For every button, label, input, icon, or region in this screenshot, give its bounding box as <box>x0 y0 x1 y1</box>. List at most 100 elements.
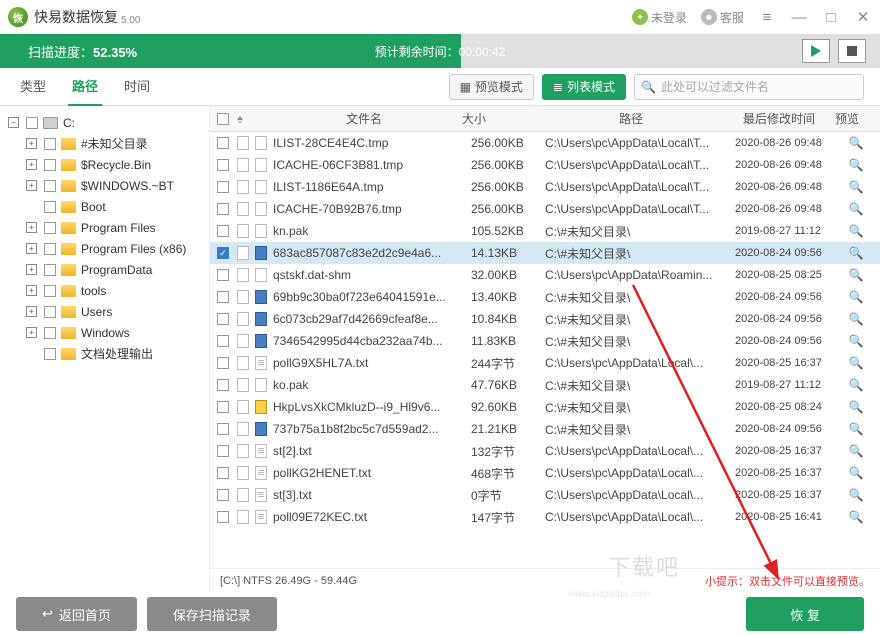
preview-icon[interactable]: 🔍 <box>841 202 871 216</box>
tab-path[interactable]: 路径 <box>68 67 102 106</box>
preview-icon[interactable]: 🔍 <box>841 378 871 392</box>
list-mode-button[interactable]: ≣ 列表模式 <box>542 74 626 100</box>
tree-checkbox[interactable] <box>44 138 56 150</box>
table-row[interactable]: qstskf.dat-shm32.00KBC:\Users\pc\AppData… <box>210 264 880 286</box>
preview-icon[interactable]: 🔍 <box>841 224 871 238</box>
table-row[interactable]: ICACHE-70B92B76.tmp256.00KBC:\Users\pc\A… <box>210 198 880 220</box>
resume-button[interactable] <box>802 39 830 63</box>
tree-checkbox[interactable] <box>44 327 56 339</box>
tree-checkbox[interactable] <box>44 285 56 297</box>
tree-node[interactable]: +$Recycle.Bin <box>4 154 205 175</box>
row-checkbox[interactable] <box>217 445 229 457</box>
row-checkbox[interactable] <box>217 489 229 501</box>
select-all-checkbox[interactable] <box>217 113 229 125</box>
row-checkbox[interactable] <box>217 181 229 193</box>
table-row[interactable]: pollG9X5HL7A.txt244字节C:\Users\pc\AppData… <box>210 352 880 374</box>
tree-node[interactable]: Boot <box>4 196 205 217</box>
preview-icon[interactable]: 🔍 <box>841 356 871 370</box>
tree-node[interactable]: +Program Files <box>4 217 205 238</box>
save-scan-button[interactable]: 保存扫描记录 <box>147 597 277 631</box>
row-checkbox[interactable] <box>217 291 229 303</box>
preview-icon[interactable]: 🔍 <box>841 466 871 480</box>
tree-node[interactable]: +#未知父目录 <box>4 133 205 154</box>
tree-checkbox[interactable] <box>44 348 56 360</box>
tree-node[interactable]: +$WINDOWS.~BT <box>4 175 205 196</box>
expand-icon[interactable]: + <box>26 243 37 254</box>
tab-type[interactable]: 类型 <box>16 67 50 106</box>
preview-icon[interactable]: 🔍 <box>841 158 871 172</box>
expand-icon[interactable]: + <box>26 180 37 191</box>
row-checkbox[interactable] <box>217 379 229 391</box>
table-row[interactable]: HkpLvsXkCMkluzD--i9_Hl9v6...92.60KBC:\#未… <box>210 396 880 418</box>
row-checkbox[interactable] <box>217 511 229 523</box>
file-table[interactable]: ILIST-28CE4E4C.tmp256.00KBC:\Users\pc\Ap… <box>210 132 880 568</box>
tree-checkbox[interactable] <box>44 264 56 276</box>
table-row[interactable]: st[2].txt132字节C:\Users\pc\AppData\Local\… <box>210 440 880 462</box>
table-row[interactable]: 7346542995d44cba232aa74b...11.83KBC:\#未知… <box>210 330 880 352</box>
row-checkbox[interactable] <box>217 335 229 347</box>
tree-checkbox[interactable] <box>26 117 38 129</box>
maximize-button[interactable]: □ <box>822 9 840 26</box>
tree-node[interactable]: +Program Files (x86) <box>4 238 205 259</box>
preview-icon[interactable]: 🔍 <box>841 488 871 502</box>
col-path[interactable]: 路径 <box>536 110 726 127</box>
preview-icon[interactable]: 🔍 <box>841 334 871 348</box>
tab-time[interactable]: 时间 <box>120 67 154 106</box>
preview-icon[interactable]: 🔍 <box>841 290 871 304</box>
tree-node[interactable]: 文档处理输出 <box>4 343 205 364</box>
folder-tree[interactable]: −C:+#未知父目录+$Recycle.Bin+$WINDOWS.~BTBoot… <box>0 106 210 592</box>
row-checkbox[interactable] <box>217 423 229 435</box>
service-button[interactable]: ☻ 客服 <box>701 9 744 26</box>
col-name[interactable]: 文件名 <box>264 110 462 127</box>
preview-icon[interactable]: 🔍 <box>841 312 871 326</box>
preview-icon[interactable]: 🔍 <box>841 246 871 260</box>
table-row[interactable]: ILIST-1186E64A.tmp256.00KBC:\Users\pc\Ap… <box>210 176 880 198</box>
preview-icon[interactable]: 🔍 <box>841 180 871 194</box>
table-row[interactable]: pollKG2HENET.txt468字节C:\Users\pc\AppData… <box>210 462 880 484</box>
table-row[interactable]: ICACHE-06CF3B81.tmp256.00KBC:\Users\pc\A… <box>210 154 880 176</box>
row-checkbox[interactable] <box>217 159 229 171</box>
row-checkbox[interactable] <box>217 225 229 237</box>
preview-icon[interactable]: 🔍 <box>841 510 871 524</box>
search-input[interactable]: 🔍 此处可以过滤文件名 <box>634 74 864 100</box>
tree-node[interactable]: +ProgramData <box>4 259 205 280</box>
col-size[interactable]: 大小 <box>462 110 536 127</box>
table-row[interactable]: kn.pak105.52KBC:\#未知父目录\2019-08-27 11:12… <box>210 220 880 242</box>
stop-button[interactable] <box>838 39 866 63</box>
expand-icon[interactable]: + <box>26 222 37 233</box>
minimize-button[interactable]: — <box>790 9 808 26</box>
tree-node[interactable]: +Users <box>4 301 205 322</box>
tree-checkbox[interactable] <box>44 159 56 171</box>
preview-icon[interactable]: 🔍 <box>841 444 871 458</box>
row-checkbox[interactable] <box>217 137 229 149</box>
preview-icon[interactable]: 🔍 <box>841 136 871 150</box>
tree-checkbox[interactable] <box>44 306 56 318</box>
tree-checkbox[interactable] <box>44 243 56 255</box>
tree-node[interactable]: +Windows <box>4 322 205 343</box>
table-row[interactable]: 69bb9c30ba0f723e64041591e...13.40KBC:\#未… <box>210 286 880 308</box>
row-checkbox[interactable] <box>217 247 229 259</box>
tree-node[interactable]: −C: <box>4 112 205 133</box>
col-date[interactable]: 最后修改时间 <box>726 110 832 127</box>
preview-icon[interactable]: 🔍 <box>841 400 871 414</box>
recover-button[interactable]: 恢 复 <box>746 597 864 631</box>
row-checkbox[interactable] <box>217 401 229 413</box>
preview-icon[interactable]: 🔍 <box>841 268 871 282</box>
expand-icon[interactable]: + <box>26 264 37 275</box>
tree-checkbox[interactable] <box>44 180 56 192</box>
collapse-icon[interactable]: − <box>8 117 19 128</box>
expand-icon[interactable]: + <box>26 138 37 149</box>
table-row[interactable]: st[3].txt0字节C:\Users\pc\AppData\Local\..… <box>210 484 880 506</box>
table-row[interactable]: 683ac857087c83e2d2c9e4a6...14.13KBC:\#未知… <box>210 242 880 264</box>
login-button[interactable]: ✦ 未登录 <box>632 9 687 26</box>
row-checkbox[interactable] <box>217 269 229 281</box>
expand-icon[interactable]: + <box>26 285 37 296</box>
preview-mode-button[interactable]: ▦ 预览模式 <box>449 74 534 100</box>
expand-icon[interactable]: + <box>26 306 37 317</box>
preview-icon[interactable]: 🔍 <box>841 422 871 436</box>
row-checkbox[interactable] <box>217 203 229 215</box>
home-button[interactable]: ↩ 返回首页 <box>16 597 137 631</box>
row-checkbox[interactable] <box>217 357 229 369</box>
table-row[interactable]: ko.pak47.76KBC:\#未知父目录\2019-08-27 11:12🔍 <box>210 374 880 396</box>
tree-checkbox[interactable] <box>44 201 56 213</box>
